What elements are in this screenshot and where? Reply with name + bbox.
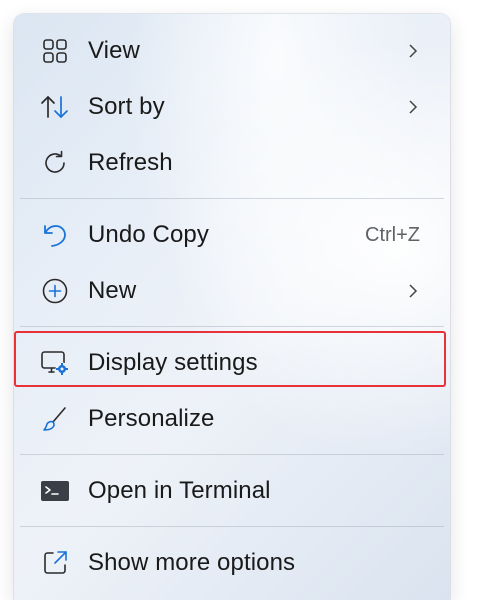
chevron-right-icon [406, 281, 420, 301]
sort-arrows-icon [40, 92, 70, 122]
plus-circle-icon [40, 276, 70, 306]
menu-item-label: Undo Copy [88, 221, 209, 248]
menu-item-label: View [88, 37, 140, 64]
menu-divider [20, 454, 444, 455]
menu-item-label: Refresh [88, 149, 173, 176]
menu-item-personalize[interactable]: Personalize [14, 391, 450, 447]
menu-divider [20, 198, 444, 199]
menu-item-label: Open in Terminal [88, 477, 271, 504]
menu-item-sort-by[interactable]: Sort by [14, 79, 450, 135]
display-settings-icon [40, 348, 70, 378]
shortcut-hint: Ctrl+Z [365, 223, 420, 246]
grid-icon [40, 36, 70, 66]
desktop-context-menu: View Sort by Refresh Undo Copy Ctrl+Z Ne… [14, 14, 450, 600]
menu-item-label: Sort by [88, 93, 165, 120]
menu-item-new[interactable]: New [14, 263, 450, 319]
menu-item-display-settings[interactable]: Display settings [14, 335, 450, 391]
menu-item-label: New [88, 277, 137, 304]
menu-item-label: Show more options [88, 549, 296, 576]
menu-item-view[interactable]: View [14, 23, 450, 79]
undo-icon [40, 220, 70, 250]
menu-divider [20, 526, 444, 527]
menu-item-undo-copy[interactable]: Undo Copy Ctrl+Z [14, 207, 450, 263]
menu-item-label: Personalize [88, 405, 215, 432]
menu-item-show-more-options[interactable]: Show more options [14, 535, 450, 591]
menu-item-refresh[interactable]: Refresh [14, 135, 450, 191]
menu-item-label: Display settings [88, 349, 258, 376]
share-external-icon [40, 548, 70, 578]
menu-item-open-in-terminal[interactable]: Open in Terminal [14, 463, 450, 519]
chevron-right-icon [406, 97, 420, 117]
refresh-icon [40, 148, 70, 178]
brush-icon [40, 404, 70, 434]
menu-divider [20, 326, 444, 327]
chevron-right-icon [406, 41, 420, 61]
terminal-icon [40, 476, 70, 506]
